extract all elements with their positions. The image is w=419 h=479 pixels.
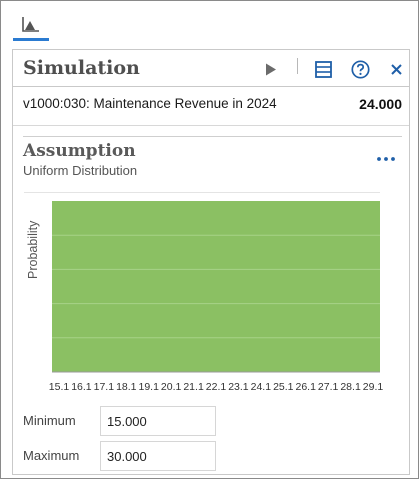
- x-tick-label: 23.1: [228, 381, 249, 393]
- simulation-value: 24.000: [359, 96, 402, 112]
- more-options-icon: [377, 157, 395, 161]
- minimum-input[interactable]: 15.000: [100, 406, 216, 436]
- help-icon: [350, 59, 370, 79]
- tab-chart[interactable]: [13, 11, 49, 41]
- close-icon: [390, 63, 402, 75]
- y-axis-label: Probability: [26, 220, 40, 279]
- x-tick-label: 21.1: [183, 381, 204, 393]
- x-tick-label: 20.1: [161, 381, 182, 393]
- x-tick-label: 16.1: [71, 381, 92, 393]
- simulation-row: v1000:030: Maintenance Revenue in 2024 2…: [13, 88, 409, 126]
- active-tab-indicator: [13, 38, 49, 41]
- x-tick-label: 18.1: [116, 381, 137, 393]
- app-frame: Simulation v1000:030: Maintenance Revenu…: [0, 0, 419, 479]
- x-tick-label: 24.1: [251, 381, 272, 393]
- x-tick-label: 26.1: [295, 381, 316, 393]
- table-view-icon: [314, 60, 332, 78]
- x-tick-label: 19.1: [138, 381, 159, 393]
- x-tick-label: 15.1: [49, 381, 70, 393]
- x-tick-label: 22.1: [206, 381, 227, 393]
- help-button[interactable]: [349, 58, 371, 80]
- minimum-row: Minimum 15.000: [23, 406, 263, 436]
- maximum-input[interactable]: 30.000: [100, 441, 216, 471]
- x-tick-label: 27.1: [318, 381, 339, 393]
- uniform-area: [52, 201, 380, 372]
- simulation-name: v1000:030: Maintenance Revenue in 2024: [23, 96, 277, 111]
- chart-icon: [22, 17, 39, 32]
- x-tick-label: 29.1: [363, 381, 384, 393]
- distribution-type: Uniform Distribution: [23, 163, 138, 178]
- tab-bar: [1, 1, 418, 45]
- run-button[interactable]: [260, 58, 282, 80]
- chart-svg: 15.1 16.1 17.1 18.1 19.1 20.1 21.1 22.1 23.1 24.1…: [49, 201, 384, 393]
- table-view-button[interactable]: [312, 58, 334, 80]
- panel-title: Simulation: [23, 57, 140, 79]
- minimum-label: Minimum: [23, 413, 76, 428]
- toolbar-separator: [297, 58, 298, 74]
- distribution-chart: Probability 15.1 16.1 17.1 18.1 19.1 20.1 21.1…: [21, 194, 401, 404]
- maximum-label: Maximum: [23, 448, 80, 463]
- x-tick-label: 28.1: [340, 381, 361, 393]
- more-options-button[interactable]: [374, 151, 398, 161]
- play-icon: [266, 63, 276, 75]
- x-tick-label: 25.1: [273, 381, 294, 393]
- chart-top-divider: [24, 192, 380, 193]
- panel-header: Simulation: [13, 50, 409, 87]
- close-button[interactable]: [385, 58, 407, 80]
- assumption-title: Assumption: [23, 141, 136, 161]
- maximum-row: Maximum 30.000: [23, 441, 263, 471]
- simulation-panel: Simulation v1000:030: Maintenance Revenu…: [12, 49, 410, 475]
- assumption-section: Assumption Uniform Distribution: [23, 136, 402, 178]
- x-tick-label: 17.1: [94, 381, 115, 393]
